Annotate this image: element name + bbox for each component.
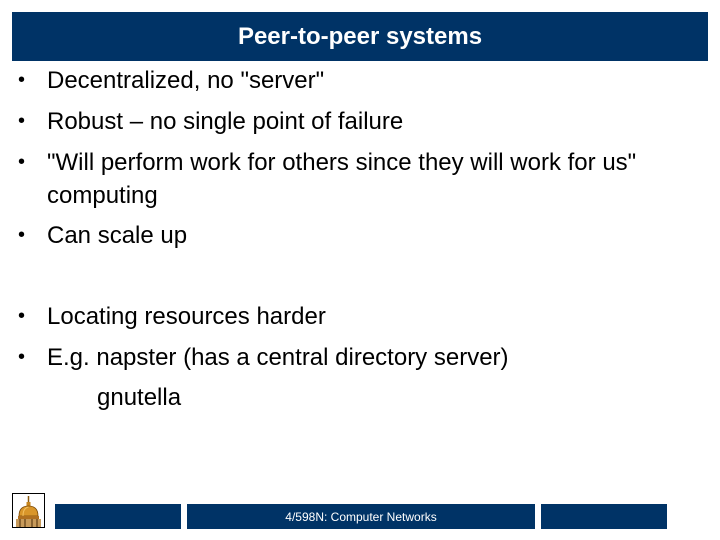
bullet-dot-icon: •: [18, 305, 26, 327]
indented-text: gnutella: [97, 384, 182, 411]
bullet-text: Robust – no single point of failure: [47, 108, 404, 135]
golden-dome-icon: [12, 493, 45, 528]
footer-right-bar: [541, 504, 667, 529]
bullet-text: "Will perform work for others since they…: [47, 149, 637, 209]
slide-title: Peer-to-peer systems: [237, 22, 483, 50]
bullet-dot-icon: •: [18, 110, 26, 132]
footer-center-bar: 4/598N: Computer Networks: [187, 504, 535, 529]
bullet-dot-icon: •: [18, 69, 26, 91]
slide-title-bar: Peer-to-peer systems: [12, 12, 708, 61]
bullet-item: • Decentralized, no "server": [18, 64, 708, 97]
bullet-item: • E.g. napster (has a central directory s…: [18, 341, 708, 374]
footer-course-label: 4/598N: Computer Networks: [285, 509, 437, 524]
bullet-item: • "Will perform work for others since the…: [18, 146, 708, 212]
bullet-list-secondary: • Locating resources harder • E.g. napster…: [18, 300, 708, 382]
bullet-item: • Can scale up: [18, 219, 708, 252]
bullet-item: • Robust – no single point of failure: [18, 105, 708, 138]
bullet-text: Locating resources harder: [47, 303, 326, 330]
bullet-dot-icon: •: [18, 224, 26, 246]
bullet-list-primary: • Decentralized, no "server" • Robust – no…: [18, 64, 708, 260]
bullet-text: E.g. napster (has a central directory se…: [47, 344, 509, 371]
bullet-item: • Locating resources harder: [18, 300, 708, 333]
footer-left-bar: [55, 504, 181, 529]
bullet-text: Decentralized, no "server": [47, 67, 325, 94]
bullet-dot-icon: •: [18, 346, 26, 368]
bullet-dot-icon: •: [18, 151, 26, 173]
bullet-text: Can scale up: [47, 222, 188, 249]
